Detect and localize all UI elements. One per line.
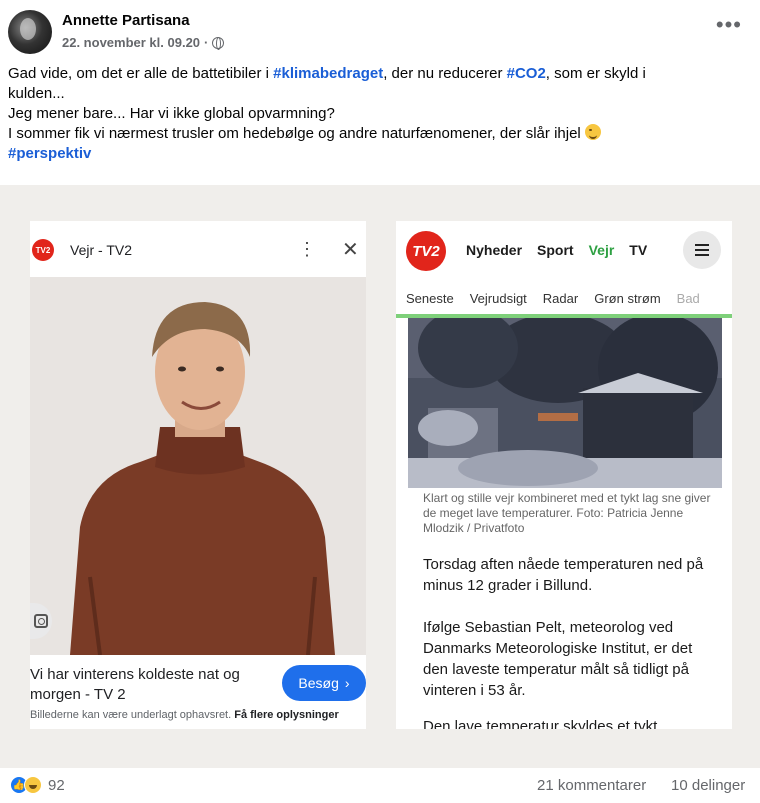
subnav-radar[interactable]: Radar: [543, 291, 578, 306]
tv2-logo-icon[interactable]: TV2: [406, 231, 446, 271]
subnav-seneste[interactable]: Seneste: [406, 291, 454, 306]
camera-lens-icon: [34, 614, 48, 628]
nav-tv[interactable]: TV: [629, 242, 647, 258]
subnav-vejrudsigt[interactable]: Vejrudsigt: [470, 291, 527, 306]
article-paragraph-2: Ifølge Sebastian Pelt, meteorolog ved Da…: [423, 619, 693, 699]
nav-nyheder[interactable]: Nyheder: [466, 242, 522, 258]
avatar[interactable]: [8, 10, 52, 54]
post-text: Gad vide, om det er alle de battetibiler…: [8, 65, 646, 162]
tv2-main-nav: Nyheder Sport Vejr TV: [466, 242, 647, 258]
result-caption[interactable]: Vi har vinterens koldeste nat og morgen …: [30, 665, 280, 705]
haha-reaction-icon: [24, 776, 42, 794]
hashtag-co2[interactable]: #CO2: [507, 65, 546, 82]
photo-caption: Klart og stille vejr kombineret med et t…: [423, 491, 711, 535]
tv2-sub-nav: Seneste Vejrudsigt Radar Grøn strøm Bad: [406, 291, 700, 306]
chevron-right-icon: ›: [344, 675, 350, 691]
nav-sport[interactable]: Sport: [537, 242, 574, 258]
portrait-image: [30, 277, 366, 655]
hashtag-klimabedraget[interactable]: #klimabedraget: [273, 65, 383, 82]
comments-count[interactable]: 21 kommentarer: [537, 777, 646, 794]
nav-vejr[interactable]: Vejr: [589, 242, 615, 258]
subnav-groen-stroem[interactable]: Grøn strøm: [594, 291, 660, 306]
more-options-button[interactable]: •••: [716, 14, 742, 36]
card-source-title: Vejr - TV2: [70, 242, 132, 258]
author-name[interactable]: Annette Partisana: [62, 12, 190, 29]
more-info-link[interactable]: Få flere oplysninger: [234, 709, 339, 721]
google-lens-card: TV2 Vejr - TV2 ⋮ ✕ Vi har vinterens kold…: [30, 221, 366, 729]
card-topbar: TV2 Vejr - TV2 ⋮ ✕: [30, 221, 366, 277]
copyright-disclaimer: Billederne kan være underlagt ophavsret.…: [30, 709, 339, 721]
tv2-badge-icon: TV2: [32, 239, 54, 261]
reaction-count: 92: [48, 776, 65, 794]
reactions-summary[interactable]: 👍 92: [10, 776, 65, 794]
article-paragraph-1: Torsdag aften nåede temperaturen ned på …: [423, 556, 704, 594]
post-header: Annette Partisana 22. november kl. 09.20…: [0, 0, 760, 60]
post-footer: 👍 92 21 kommentarer 10 delinger: [0, 768, 760, 803]
close-icon[interactable]: ✕: [342, 237, 359, 262]
subnav-bad[interactable]: Bad: [677, 291, 700, 306]
post-meta: 22. november kl. 09.20 ·: [62, 35, 225, 50]
snowy-garden-photo: [408, 318, 722, 488]
post-timestamp[interactable]: 22. november kl. 09.20: [62, 35, 200, 50]
winking-emoji-icon: [584, 124, 601, 140]
visit-button[interactable]: Besøg ›: [282, 665, 366, 701]
hashtag-perspektiv[interactable]: #perspektiv: [8, 145, 91, 162]
tv2-article-card: TV2 Nyheder Sport Vejr TV Seneste Vejrud…: [396, 221, 732, 729]
kebab-menu-icon[interactable]: ⋮: [298, 239, 316, 260]
article-paragraph-3: Den lave temperatur skyldes et tykt: [423, 718, 658, 729]
shares-count[interactable]: 10 delinger: [671, 777, 745, 794]
globe-icon: [212, 36, 225, 50]
hamburger-menu-icon[interactable]: [683, 231, 721, 269]
post-media[interactable]: TV2 Vejr - TV2 ⋮ ✕ Vi har vinterens kold…: [0, 185, 760, 768]
